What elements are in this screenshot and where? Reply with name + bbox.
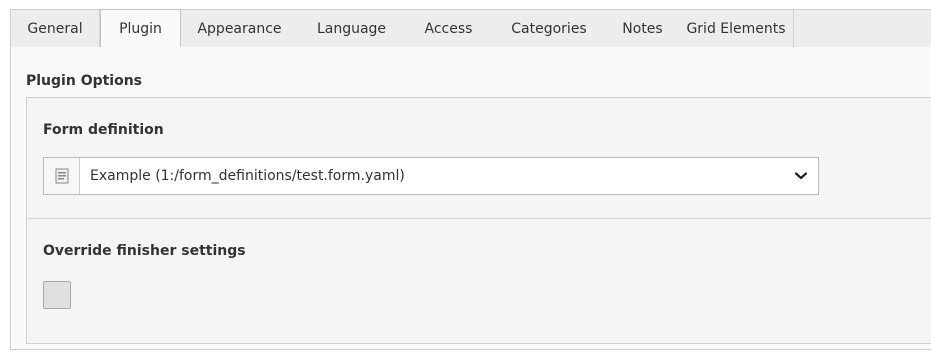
form-definition-value: Example (1:/form_definitions/test.form.y…	[90, 168, 405, 184]
tab-categories[interactable]: Categories	[492, 10, 606, 47]
form-document-icon	[44, 158, 80, 194]
chevron-down-icon[interactable]	[784, 158, 818, 194]
form-definition-select[interactable]: Example (1:/form_definitions/test.form.y…	[43, 157, 819, 195]
tab-access[interactable]: Access	[405, 10, 492, 47]
form-definition-label: Form definition	[43, 122, 164, 138]
tab-notes[interactable]: Notes	[606, 10, 679, 47]
tab-general[interactable]: General	[11, 10, 100, 47]
override-finisher-checkbox[interactable]	[43, 281, 71, 309]
fieldset-divider	[27, 218, 931, 219]
override-finisher-label: Override finisher settings	[43, 243, 246, 259]
plugin-options-fieldset: Form definition Example (1:/form_definit…	[26, 97, 931, 344]
tab-appearance[interactable]: Appearance	[181, 10, 298, 47]
tab-grid-elements[interactable]: Grid Elements	[679, 10, 794, 47]
section-title: Plugin Options	[26, 73, 143, 89]
tab-language[interactable]: Language	[298, 10, 405, 47]
tab-panel-plugin: Plugin Options Form definition Example (…	[10, 47, 931, 350]
tab-bar: General Plugin Appearance Language Acces…	[10, 9, 931, 48]
tab-plugin[interactable]: Plugin	[100, 9, 181, 48]
panel-bottom-border	[10, 349, 931, 350]
